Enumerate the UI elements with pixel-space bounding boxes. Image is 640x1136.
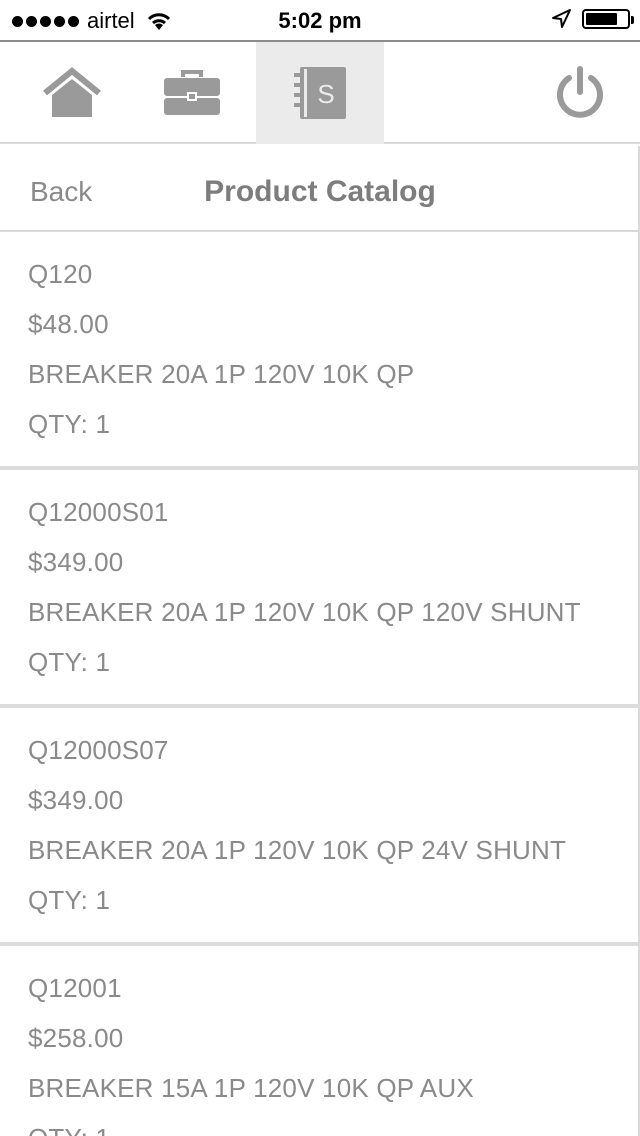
product-code: Q12000S01 [28,497,169,527]
product-qty: QTY: 1 [28,409,111,439]
product-code: Q12001 [28,973,122,1003]
power-icon [557,66,603,118]
product-description: BREAKER 20A 1P 120V 10K QP 24V SHUNT [28,835,567,865]
product-price: $349.00 [28,547,124,577]
nav-briefcase-button[interactable] [128,42,256,144]
product-list-item[interactable]: Q120 $48.00 BREAKER 20A 1P 120V 10K QP Q… [0,232,640,470]
page-title: Product Catalog [204,175,436,208]
product-list-item[interactable]: Q12001 $258.00 BREAKER 15A 1P 120V 10K Q… [0,946,640,1136]
home-icon [43,67,101,117]
product-price: $349.00 [28,785,124,815]
product-list-item[interactable]: Q12000S01 $349.00 BREAKER 20A 1P 120V 10… [0,470,640,708]
nav-catalog-button[interactable]: S [256,42,384,144]
location-arrow-icon [552,9,571,28]
product-price: $48.00 [28,309,109,339]
briefcase-icon [164,70,220,115]
product-list-item[interactable]: Q12000S07 $349.00 BREAKER 20A 1P 120V 10… [0,708,640,946]
status-time: 5:02 pm [278,8,362,33]
product-description: BREAKER 15A 1P 120V 10K QP AUX [28,1073,474,1103]
top-navigation: S [0,40,640,144]
svg-text:S: S [317,79,334,109]
product-description: BREAKER 20A 1P 120V 10K QP 120V SHUNT [28,597,581,627]
product-code: Q120 [28,259,93,289]
catalog-header: Back Product Catalog [0,146,640,232]
product-description: BREAKER 20A 1P 120V 10K QP [28,359,415,389]
status-bar: airtel 5:02 pm [0,0,640,40]
product-list: Q120 $48.00 BREAKER 20A 1P 120V 10K QP Q… [0,232,640,1136]
product-code: Q12000S07 [28,735,169,765]
product-price: $258.00 [28,1023,124,1053]
product-qty: QTY: 1 [28,885,111,915]
nav-power-button[interactable] [516,42,640,144]
battery-icon [582,9,634,29]
product-qty: QTY: 1 [28,1118,610,1136]
catalog-book-icon: S [294,67,346,119]
nav-home-button[interactable] [8,42,136,144]
product-qty: QTY: 1 [28,647,111,677]
